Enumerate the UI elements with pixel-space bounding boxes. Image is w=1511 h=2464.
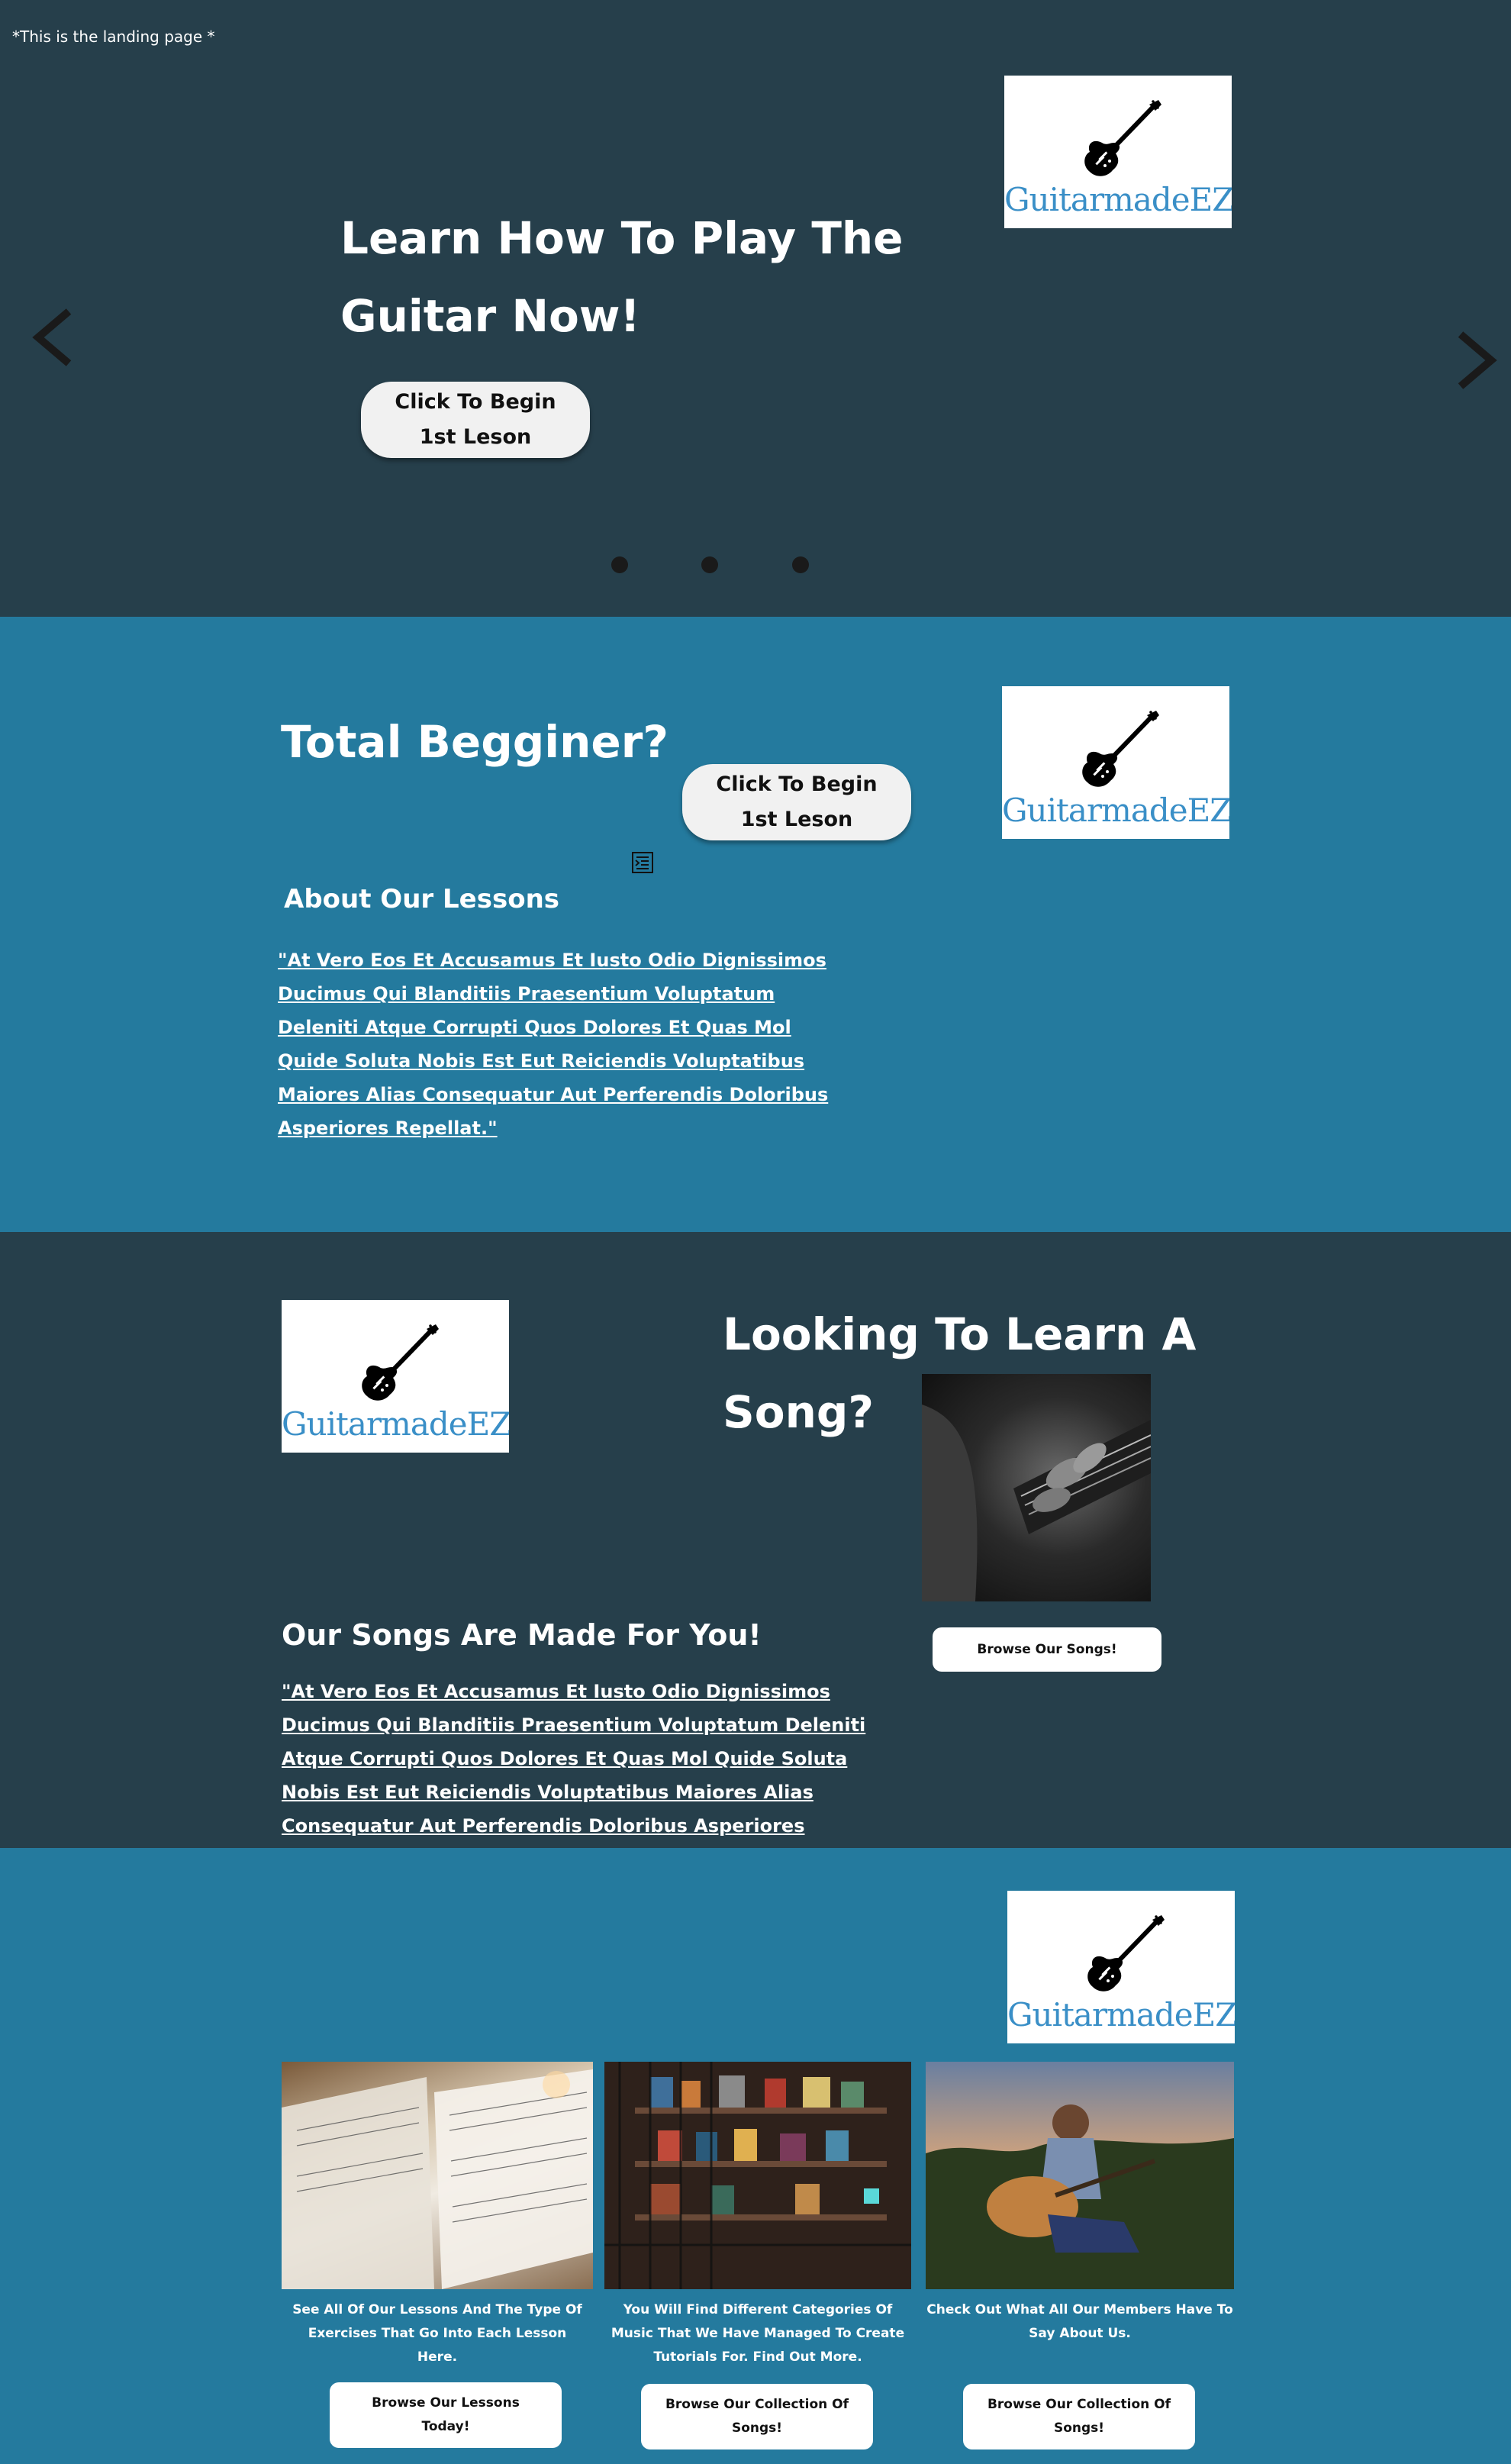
logo-text: GuitarmadeEZ (282, 1405, 509, 1443)
guitar-closeup-photo (922, 1374, 1151, 1601)
browse-collection-label-2: Browse Our Collection Of Songs! (987, 2397, 1171, 2436)
guitar-icon (1082, 1914, 1166, 1998)
songs-quote[interactable]: "At Vero Eos Et Accusamus Et Iusto Odio … (282, 1675, 907, 1876)
text-indent-icon (632, 852, 653, 873)
chevron-right-icon[interactable] (1455, 330, 1500, 391)
brand-logo[interactable]: GuitarmadeEZ (282, 1300, 509, 1453)
carousel-dot-1[interactable] (611, 556, 628, 573)
beginner-begin-lesson-label: Click To Begin 1st Leson (716, 772, 878, 831)
songs-title-line1: Looking To Learn A (723, 1308, 1197, 1360)
about-lessons-title: About Our Lessons (284, 884, 560, 914)
card-1-caption: See All Of Our Lessons And The Type Of E… (292, 2302, 582, 2365)
songs-title-line2: Song? (723, 1386, 875, 1438)
card-3-caption: Check Out What All Our Members Have To S… (926, 2302, 1233, 2341)
hero-title-line2: Guitar Now! (340, 290, 640, 342)
browse-collection-label-1: Browse Our Collection Of Songs! (665, 2397, 849, 2436)
hero-title-line1: Learn How To Play The (340, 212, 904, 264)
about-lessons-quote[interactable]: "At Vero Eos Et Accusamus Et Iusto Odio … (278, 943, 842, 1145)
logo-text: GuitarmadeEZ (1002, 792, 1229, 829)
browse-songs-label: Browse Our Songs! (977, 1642, 1117, 1657)
browse-collection-button-1[interactable]: Browse Our Collection Of Songs! (641, 2384, 873, 2449)
browse-lessons-label: Browse Our Lessons Today! (372, 2395, 520, 2434)
songs-subtitle: Our Songs Are Made For You! (282, 1618, 762, 1652)
brand-logo[interactable]: GuitarmadeEZ (1002, 686, 1229, 839)
explore-section: GuitarmadeEZ See All Of Our Lessons And … (0, 1848, 1511, 2464)
record-shelf-photo (604, 2062, 911, 2289)
logo-text: GuitarmadeEZ (1004, 181, 1232, 218)
sheet-music-photo (282, 2062, 593, 2289)
guitar-icon (356, 1323, 440, 1407)
card-2-caption: You Will Find Different Categories Of Mu… (611, 2302, 905, 2365)
landing-note: *This is the landing page * (12, 27, 215, 46)
logo-text: GuitarmadeEZ (1007, 1996, 1235, 2033)
browse-songs-button[interactable]: Browse Our Songs! (933, 1627, 1161, 1672)
brand-logo[interactable]: GuitarmadeEZ (1004, 76, 1232, 228)
browse-collection-button-2[interactable]: Browse Our Collection Of Songs! (963, 2384, 1195, 2449)
guitar-icon (1079, 98, 1163, 182)
beginner-title: Total Begginer? (281, 716, 669, 768)
guitar-icon (1077, 709, 1161, 793)
beginner-begin-lesson-button[interactable]: Click To Begin 1st Leson (682, 764, 911, 840)
carousel-dot-2[interactable] (701, 556, 718, 573)
hero-begin-lesson-label: Click To Begin 1st Leson (395, 390, 556, 449)
browse-lessons-button[interactable]: Browse Our Lessons Today! (330, 2382, 562, 2448)
brand-logo[interactable]: GuitarmadeEZ (1007, 1891, 1235, 2043)
hero-begin-lesson-button[interactable]: Click To Begin 1st Leson (361, 382, 590, 458)
guitarist-outdoor-photo (926, 2062, 1234, 2289)
hero-section: *This is the landing page * GuitarmadeEZ… (0, 0, 1511, 617)
chevron-left-icon[interactable] (29, 307, 75, 368)
beginner-section: Total Begginer? Click To Begin 1st Leson… (0, 617, 1511, 1232)
carousel-dot-3[interactable] (792, 556, 809, 573)
songs-section: GuitarmadeEZ Looking To Learn A Song? Ou… (0, 1232, 1511, 1870)
